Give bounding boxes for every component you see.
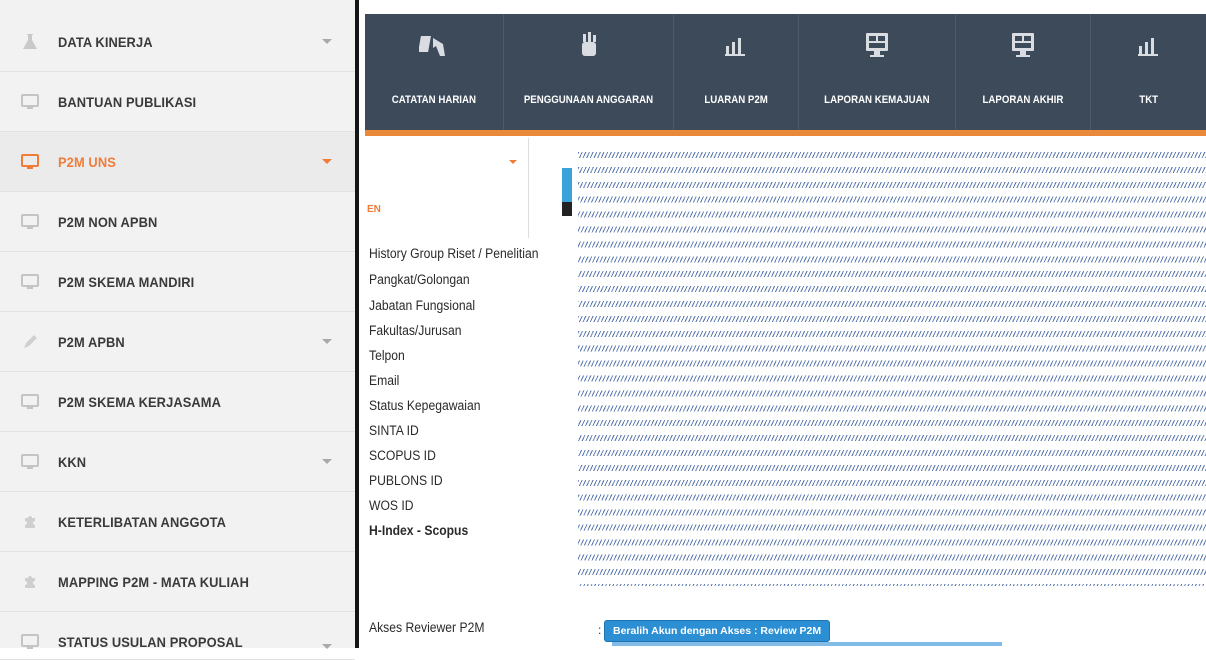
toolbar-luaran-p2m-button[interactable]: LUARAN P2M	[674, 14, 798, 130]
chevron-down-icon	[322, 39, 332, 44]
field-label-sinta-id: SINTA ID	[369, 423, 419, 438]
monitor-report-icon	[860, 28, 894, 62]
sidebar-item-p2m-skema-mandiri[interactable]: P2M SKEMA MANDIRI	[0, 252, 355, 312]
sidebar-item-mapping-p2m[interactable]: MAPPING P2M - MATA KULIAH	[0, 552, 355, 612]
sidebar-item-data-kinerja[interactable]: DATA KINERJA	[0, 12, 355, 72]
monitor-icon	[20, 212, 40, 232]
field-label-scopus-id: SCOPUS ID	[369, 448, 436, 463]
sidebar-item-label: BANTUAN PUBLIKASI	[58, 93, 197, 110]
monitor-icon	[20, 452, 40, 472]
sidebar-item-label: P2M NON APBN	[58, 213, 158, 230]
field-label-status-kepegawaian: Status Kepegawaian	[369, 398, 481, 413]
toolbar-label: LUARAN P2M	[704, 94, 768, 106]
toolbar-penggunaan-anggaran-button[interactable]: PENGGUNAAN ANGGARAN	[504, 14, 673, 130]
field-label-wos-id: WOS ID	[369, 498, 414, 513]
toolbar-label: CATATAN HARIAN	[391, 94, 477, 106]
field-label-email: Email	[369, 373, 400, 388]
profile-photo-shadow	[562, 202, 572, 216]
dropdown-caret-icon[interactable]	[509, 160, 517, 164]
toolbar-catatan-harian-button[interactable]: CATATAN HARIAN	[365, 14, 503, 130]
sidebar-divider	[355, 0, 359, 648]
bar-chart-icon	[1132, 28, 1166, 62]
monitor-report-icon	[1006, 28, 1040, 62]
sidebar-menu: DATA KINERJA BANTUAN PUBLIKASI P2M UNS P…	[0, 0, 355, 660]
field-label-jabatan: Jabatan Fungsional	[369, 298, 476, 313]
chevron-down-icon	[322, 644, 332, 649]
sidebar-item-label: KKN	[58, 453, 87, 470]
chevron-down-icon	[322, 339, 332, 344]
chevron-down-icon	[322, 159, 332, 164]
sidebar-item-p2m-non-apbn[interactable]: P2M NON APBN	[0, 192, 355, 252]
monitor-icon	[20, 92, 40, 112]
chevron-down-icon	[322, 459, 332, 464]
puzzle-icon	[20, 512, 40, 532]
sidebar-item-kkn[interactable]: KKN	[0, 432, 355, 492]
sidebar-item-status-usulan-proposal[interactable]: STATUS USULAN PROPOSAL	[0, 612, 355, 660]
section-tag: EN	[367, 204, 381, 215]
field-label-fakultas: Fakultas/Jurusan	[369, 323, 462, 338]
sidebar-item-label: P2M APBN	[58, 333, 125, 350]
monitor-icon	[20, 632, 40, 652]
field-label-telpon: Telpon	[369, 348, 405, 363]
sidebar-item-bantuan-publikasi[interactable]: BANTUAN PUBLIKASI	[0, 72, 355, 132]
sidebar-item-p2m-apbn[interactable]: P2M APBN	[0, 312, 355, 372]
sidebar-item-keterlibatan-anggota[interactable]: KETERLIBATAN ANGGOTA	[0, 492, 355, 552]
toolbar-label: PENGGUNAAN ANGGARAN	[523, 94, 654, 106]
toolbar-laporan-kemajuan-button[interactable]: LAPORAN KEMAJUAN	[799, 14, 955, 130]
money-jar-icon	[572, 28, 606, 62]
reviewer-access-label: Akses Reviewer P2M	[369, 620, 485, 635]
toolbar-label: LAPORAN KEMAJUAN	[824, 94, 930, 106]
sidebar-item-label: MAPPING P2M - MATA KULIAH	[58, 573, 249, 590]
monitor-icon	[20, 392, 40, 412]
sidebar-item-label: P2M SKEMA KERJASAMA	[58, 393, 222, 410]
toolbar-tkt-button[interactable]: TKT	[1091, 14, 1206, 130]
puzzle-icon	[20, 572, 40, 592]
monitor-icon	[20, 152, 40, 172]
profile-side-column	[365, 138, 529, 238]
sidebar-item-p2m-skema-kerjasama[interactable]: P2M SKEMA KERJASAMA	[0, 372, 355, 432]
field-label-history-group: History Group Riset / Penelitian	[369, 246, 539, 261]
sidebar-item-p2m-uns[interactable]: P2M UNS	[0, 132, 355, 192]
monitor-icon	[20, 272, 40, 292]
reviewer-colon: :	[598, 623, 602, 637]
sidebar-item-label: DATA KINERJA	[58, 33, 153, 50]
flask-icon	[20, 32, 40, 52]
pencil-icon	[20, 332, 40, 352]
toolbar-laporan-akhir-button[interactable]: LAPORAN AKHIR	[956, 14, 1090, 130]
sidebar-item-label: P2M UNS	[58, 153, 116, 170]
field-label-pangkat: Pangkat/Golongan	[369, 272, 470, 287]
field-label-publons-id: PUBLONS ID	[369, 473, 443, 488]
sidebar-item-label: KETERLIBATAN ANGGOTA	[58, 513, 227, 530]
toolbar-accent-bar	[365, 130, 1206, 136]
hand-pointer-icon	[417, 28, 451, 62]
sidebar-item-label: P2M SKEMA MANDIRI	[58, 273, 195, 290]
button-underline	[612, 642, 1002, 646]
field-label-h-index-scopus: H-Index - Scopus	[369, 523, 469, 538]
bar-chart-icon	[719, 28, 753, 62]
switch-to-reviewer-button[interactable]: Beralih Akun dengan Akses : Review P2M	[604, 620, 831, 642]
redacted-values-area	[578, 152, 1206, 586]
toolbar-label: LAPORAN AKHIR	[982, 94, 1064, 106]
toolbar-label: TKT	[1139, 94, 1158, 106]
